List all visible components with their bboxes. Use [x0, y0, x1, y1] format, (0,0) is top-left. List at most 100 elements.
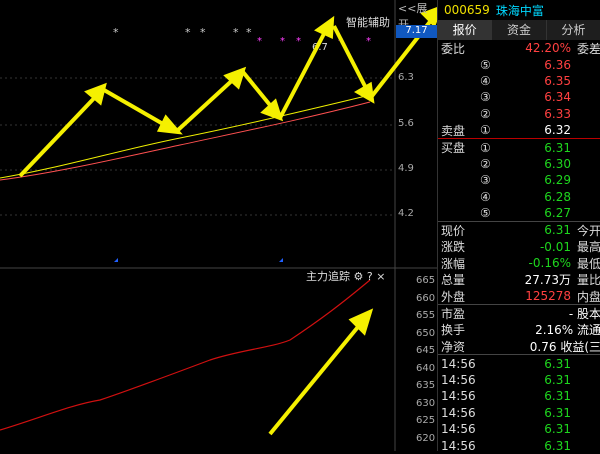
quote-value: 27.73万 [524, 273, 571, 288]
marker [279, 258, 283, 262]
star-mark: * [113, 26, 119, 39]
quote-label: 涨跌 [441, 240, 466, 255]
price-tick: 4.2 [398, 208, 414, 219]
indicator-tick: 635 [416, 380, 436, 391]
tick-price: 6.31 [544, 405, 571, 420]
level-index: ② [480, 106, 491, 121]
buy-price: 6.27 [544, 206, 571, 221]
help-icon[interactable]: ? [367, 270, 373, 283]
sell-row[interactable]: ③ 6.34 [438, 89, 600, 105]
quote-label: 外盘 [441, 289, 466, 304]
sell-row[interactable]: ② 6.33 [438, 106, 600, 122]
buy-label: 买盘 [441, 141, 466, 156]
trend-arrows [18, 6, 437, 436]
quote-panel: 000659 珠海中富 报价 资金 分析 委比 42.20% 委差 ⑤ 6.36 ④… [437, 0, 600, 453]
sell-price: 6.36 [544, 57, 571, 72]
price-tick: 4.9 [398, 163, 414, 174]
tab-funds[interactable]: 资金 [492, 20, 547, 40]
assist-label[interactable]: 智能辅助 [346, 14, 390, 30]
tick-price: 6.31 [544, 356, 571, 371]
fund-row: 净资 0.76 收益(三 [438, 338, 600, 354]
sell-row[interactable]: ④ 6.35 [438, 73, 600, 89]
level-index: ② [480, 156, 491, 171]
indicator-tick: 640 [416, 362, 436, 374]
fund-label: 换手 [441, 323, 466, 338]
indicator-title[interactable]: 主力追踪 ⚙ ? × [306, 268, 385, 284]
price-tag: 7.17 [396, 25, 437, 38]
quote-right-label: 最高 [576, 240, 600, 255]
level-index: ④ [480, 73, 491, 88]
tick-price: 6.31 [544, 422, 571, 437]
tab-quote[interactable]: 报价 [438, 20, 493, 40]
tick-price: 6.31 [544, 438, 571, 453]
sell-row[interactable]: ⑤ 6.36 [438, 56, 600, 72]
buy-price: 6.28 [544, 189, 571, 204]
sell-price: 6.32 [544, 123, 571, 138]
tick-price: 6.31 [544, 373, 571, 387]
ratio-label: 委比 [441, 41, 466, 56]
buy-row[interactable]: ② 6.30 [438, 156, 600, 172]
level-index: ⑤ [480, 57, 491, 72]
fund-label: 净资 [441, 339, 466, 354]
tick-row: 14:56 6.31 [438, 388, 600, 404]
indicator-tick: 620 [416, 432, 436, 444]
stock-code: 000659 [444, 3, 490, 17]
quote-row: 总量 27.73万 量比 [438, 271, 600, 287]
buy-row[interactable]: ③ 6.29 [438, 172, 600, 188]
sell-label: 卖盘 [441, 123, 466, 138]
level-index: ③ [480, 173, 491, 188]
quote-row: 涨跌 -0.01 最高 [438, 239, 600, 255]
buy-row[interactable]: ⑤ 6.27 [438, 205, 600, 221]
tick-time: 14:56 [441, 422, 476, 437]
sell-price: 6.33 [544, 106, 571, 121]
diff-label: 委差 [576, 41, 600, 56]
gear-icon[interactable]: ⚙ [354, 270, 364, 283]
level-index: ⑤ [480, 206, 491, 221]
fund-value: 2.16% 流通 [535, 323, 600, 338]
sell-row[interactable]: 卖盘 ① 6.32 [438, 122, 600, 138]
quote-value: 125278 [525, 289, 571, 304]
fund-label: 市盈 [441, 306, 466, 321]
quote-right-label: 量比 [576, 273, 600, 288]
sell-price: 6.34 [544, 90, 571, 105]
level-index: ① [480, 140, 491, 155]
close-icon[interactable]: × [376, 270, 385, 283]
tick-row: 14:56 6.31 [438, 355, 600, 371]
tick-price: 6.31 [544, 389, 571, 404]
tick-time: 14:56 [441, 438, 476, 453]
indicator-tick: 625 [416, 415, 436, 426]
quote-row: 外盘 125278 内盘 [438, 288, 600, 304]
indicator-title-label: 主力追踪 [306, 270, 350, 283]
indicator-tick: 660 [416, 292, 436, 304]
buy-row[interactable]: ④ 6.28 [438, 189, 600, 205]
quote-right-label: 内盘 [576, 289, 600, 304]
tab-bar: 报价 资金 分析 [438, 20, 600, 40]
buy-row[interactable]: 买盘 ① 6.31 [438, 139, 600, 156]
tick-row: 14:56 6.31 [438, 421, 600, 437]
indicator-tick: 650 [416, 327, 436, 339]
quote-label: 总量 [441, 273, 466, 288]
kline-chart-area[interactable]: * * * * * * * * * * 6.7 << [0, 0, 437, 451]
quote-value: -0.16% [528, 256, 571, 271]
level-index: ③ [480, 90, 491, 105]
quote-right-label: 最低 [576, 256, 600, 271]
stock-header: 000659 珠海中富 [438, 0, 600, 20]
tick-row: 14:56 6.31 [438, 372, 600, 388]
main-force-line [0, 279, 371, 431]
stock-name: 珠海中富 [495, 3, 544, 18]
quote-label: 涨幅 [441, 256, 466, 271]
ratio-value: 42.20% [525, 41, 571, 56]
star-mark: * [185, 26, 191, 39]
fund-value: 0.76 收益(三 [529, 339, 600, 354]
kline-chart[interactable]: * * * * * * * * * * 6.7 [0, 0, 437, 451]
buy-price: 6.31 [544, 140, 571, 155]
tick-row: 14:56 6.31 [438, 405, 600, 421]
quote-right-label: 今开 [576, 223, 600, 238]
fund-row: 市盈 - 股本 [438, 305, 600, 321]
price-tick: 5.6 [398, 118, 414, 129]
sell-price: 6.35 [544, 73, 571, 88]
star-mark: * [246, 26, 252, 39]
order-ratio-row: 委比 42.20% 委差 [438, 40, 600, 56]
fund-value: - 股本 [568, 306, 600, 321]
tab-analysis[interactable]: 分析 [546, 20, 600, 40]
